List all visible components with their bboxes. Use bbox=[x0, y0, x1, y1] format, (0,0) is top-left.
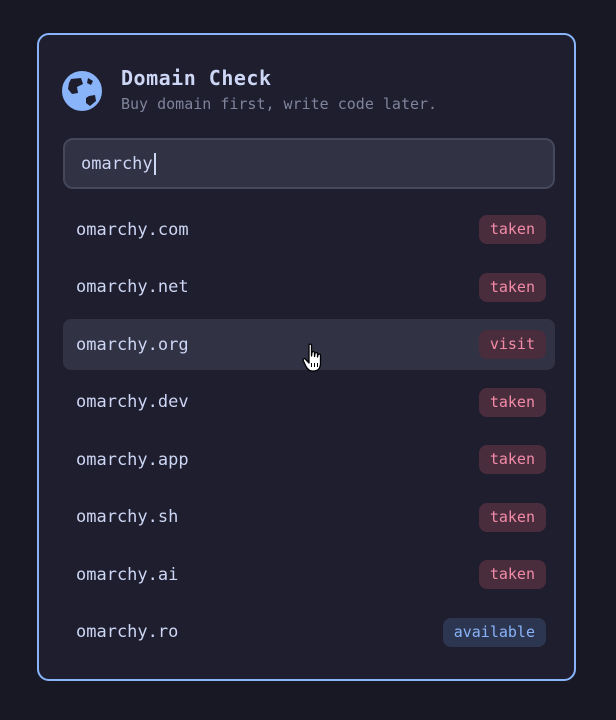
search-input-value: omarchy bbox=[81, 153, 153, 174]
domain-row[interactable]: omarchy.com taken bbox=[63, 204, 555, 255]
domain-name: omarchy.sh bbox=[76, 507, 179, 527]
domain-results-list: omarchy.com taken omarchy.net taken omarchy.… bbox=[63, 204, 555, 664]
domain-row[interactable]: omarchy.net taken bbox=[63, 262, 555, 313]
status-badge: taken bbox=[478, 502, 546, 532]
domain-name: omarchy.app bbox=[76, 449, 189, 470]
status-badge: available bbox=[442, 617, 546, 647]
globe-icon bbox=[62, 71, 102, 111]
domain-row[interactable]: omarchy.app taken bbox=[63, 434, 555, 485]
domain-name: omarchy.ai bbox=[76, 564, 179, 585]
domain-name: omarchy.ro bbox=[76, 622, 179, 642]
domain-name: omarchy.dev bbox=[76, 392, 189, 412]
status-badge: taken bbox=[478, 215, 546, 244]
domain-row[interactable]: omarchy.ai taken bbox=[63, 549, 555, 600]
status-badge: taken bbox=[478, 560, 546, 589]
visit-button[interactable]: visit bbox=[478, 330, 546, 359]
domain-row[interactable]: omarchy.sh taken bbox=[63, 492, 555, 543]
domain-row[interactable]: omarchy.dev taken bbox=[63, 377, 555, 428]
status-badge: taken bbox=[478, 272, 546, 302]
app-subtitle: Buy domain first, write code later. bbox=[121, 95, 438, 113]
app-title: Domain Check bbox=[121, 66, 272, 90]
search-input[interactable]: omarchy bbox=[63, 138, 555, 189]
domain-name: omarchy.org bbox=[76, 334, 189, 355]
header: Domain Check Buy domain first, write cod… bbox=[61, 65, 437, 114]
status-badge: taken bbox=[478, 445, 546, 474]
domain-name: omarchy.com bbox=[76, 219, 189, 240]
status-badge: taken bbox=[478, 387, 546, 417]
domain-name: omarchy.net bbox=[76, 277, 189, 297]
hand-cursor-icon bbox=[302, 343, 322, 372]
text-caret bbox=[153, 152, 156, 175]
domain-row[interactable]: omarchy.ro available bbox=[63, 607, 555, 658]
